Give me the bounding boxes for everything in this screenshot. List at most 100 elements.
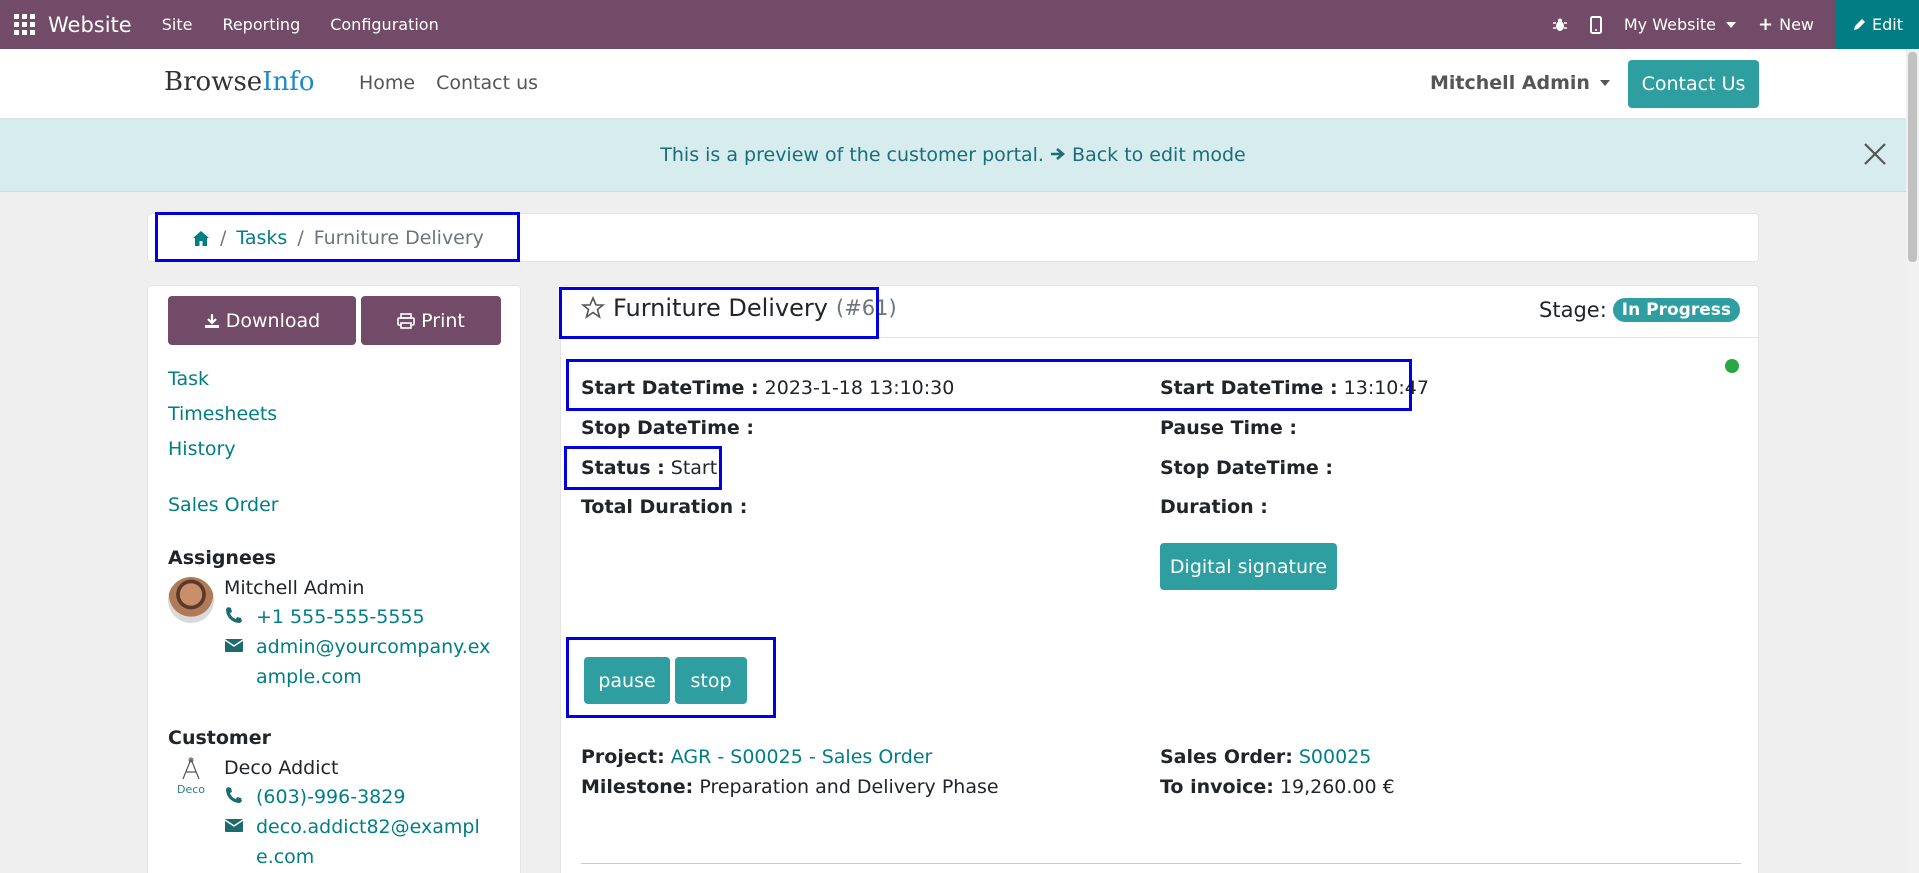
new-button-label: New [1779,15,1815,34]
customer-logo: Deco [168,757,214,803]
close-icon[interactable] [1862,141,1888,167]
highlight-task-title [559,287,879,339]
assignee-email-row: admin@yourcompany.example.com [224,632,496,692]
website-switcher-label: My Website [1623,15,1717,34]
customer-phone-row: (603)-996-3829 [224,782,496,812]
task-stage: Stage: In Progress [1539,298,1740,322]
pause-time-field: Pause Time : [1160,417,1297,439]
highlight-breadcrumb [155,212,520,262]
customer-email-row: deco.addict82@example.com [224,812,496,872]
project-field: Project: AGR - S00025 - Sales Order [581,746,932,768]
arrow-right-icon [1050,148,1066,160]
back-to-edit-link[interactable]: Back to edit mode [1050,144,1246,166]
pencil-icon [1854,18,1866,30]
print-label: Print [421,309,465,332]
assignee-email[interactable]: admin@yourcompany.example.com [256,632,496,692]
project-link[interactable]: AGR - S00025 - Sales Order [671,746,933,768]
sidebar-link-timesheets[interactable]: Timesheets [168,403,277,425]
assignee-card: Mitchell Admin +1 555-555-5555 admin@you… [168,577,508,688]
contact-us-button[interactable]: Contact Us [1628,60,1759,108]
phone-icon [226,787,242,803]
assignee-name: Mitchell Admin [224,577,365,599]
menu-configuration[interactable]: Configuration [330,15,439,34]
mobile-preview-icon[interactable] [1589,15,1602,34]
nav-contact-us[interactable]: Contact us [436,72,538,94]
print-icon [397,312,415,329]
milestone-label: Milestone: [581,776,694,798]
total-duration-label: Total Duration : [581,496,748,518]
highlight-status [564,446,722,490]
to-invoice-label: To invoice: [1160,776,1274,798]
divider [581,863,1741,864]
download-icon [204,313,219,328]
debug-bug-icon[interactable] [1552,17,1568,33]
project-label: Project: [581,746,665,768]
chevron-down-icon [1599,80,1610,86]
envelope-icon [224,639,244,652]
highlight-start-datetime [566,359,1412,411]
phone-icon [226,607,242,623]
compass-logo-icon [182,757,200,780]
milestone-field: Milestone: Preparation and Delivery Phas… [581,776,999,798]
print-button[interactable]: Print [361,296,501,345]
customer-card: Deco Deco Addict (603)-996-3829 deco.add… [168,757,508,868]
apps-menu-icon[interactable] [14,13,36,36]
logo-text-browse: Browse [164,67,263,97]
duration-label: Duration : [1160,496,1268,518]
user-menu[interactable]: Mitchell Admin [1430,72,1610,94]
stop-datetime-label: Stop DateTime : [581,417,754,439]
chevron-down-icon [1726,21,1737,28]
customer-logo-text: Deco [176,783,205,797]
edit-button[interactable]: Edit [1836,0,1919,49]
back-to-edit-label: Back to edit mode [1072,144,1246,166]
website-switcher[interactable]: My Website [1623,15,1737,34]
site-header: BrowseInfo Home Contact us Mitchell Admi… [0,49,1906,119]
stage-label: Stage: [1539,298,1607,322]
menu-site[interactable]: Site [162,15,193,34]
sidebar-link-sales-order[interactable]: Sales Order [168,494,279,516]
user-name: Mitchell Admin [1430,72,1590,94]
envelope-icon [224,819,244,832]
site-nav: Home Contact us [359,72,538,94]
menu-reporting[interactable]: Reporting [222,15,300,34]
task-sidebar: Download Print Task Timesheets History S… [147,285,521,873]
sales-order-link[interactable]: S00025 [1299,746,1372,768]
customer-heading: Customer [168,727,271,749]
avatar [168,577,214,623]
assignee-phone[interactable]: +1 555-555-5555 [256,602,496,632]
highlight-pause-stop [566,637,776,718]
stop-datetime-2-field: Stop DateTime : [1160,457,1333,479]
edit-button-label: Edit [1872,15,1903,34]
duration-field: Duration : [1160,496,1268,518]
page-scrollbar-thumb[interactable] [1908,52,1917,262]
to-invoice-field: To invoice: 19,260.00 € [1160,776,1395,798]
download-button[interactable]: Download [168,296,356,345]
sales-order-field: Sales Order: S00025 [1160,746,1371,768]
sidebar-link-history[interactable]: History [168,438,236,460]
total-duration-field: Total Duration : [581,496,747,518]
app-brand[interactable]: Website [48,13,132,37]
customer-email[interactable]: deco.addict82@example.com [256,812,496,872]
digital-signature-button[interactable]: Digital signature [1160,543,1337,590]
sales-order-label: Sales Order: [1160,746,1293,768]
banner-text: This is a preview of the customer portal… [660,144,1044,166]
nav-home[interactable]: Home [359,72,415,94]
preview-banner: This is a preview of the customer portal… [0,119,1906,192]
status-dot [1725,359,1739,373]
stop-datetime-2-label: Stop DateTime : [1160,457,1333,479]
new-button[interactable]: + New [1758,14,1814,35]
to-invoice-value: 19,260.00 € [1279,776,1395,798]
download-label: Download [225,309,321,332]
plus-icon: + [1758,14,1774,35]
logo-text-info: Info [262,67,315,97]
status-badge: In Progress [1612,298,1740,322]
admin-topbar: Website Site Reporting Configuration My … [0,0,1919,49]
stop-datetime-field: Stop DateTime : [581,417,754,439]
assignees-heading: Assignees [168,547,277,569]
assignee-phone-row: +1 555-555-5555 [224,602,496,632]
customer-phone[interactable]: (603)-996-3829 [256,782,496,812]
sidebar-link-task[interactable]: Task [168,368,209,390]
pause-time-label: Pause Time : [1160,417,1297,439]
milestone-value: Preparation and Delivery Phase [699,776,999,798]
site-logo[interactable]: BrowseInfo [164,67,314,97]
